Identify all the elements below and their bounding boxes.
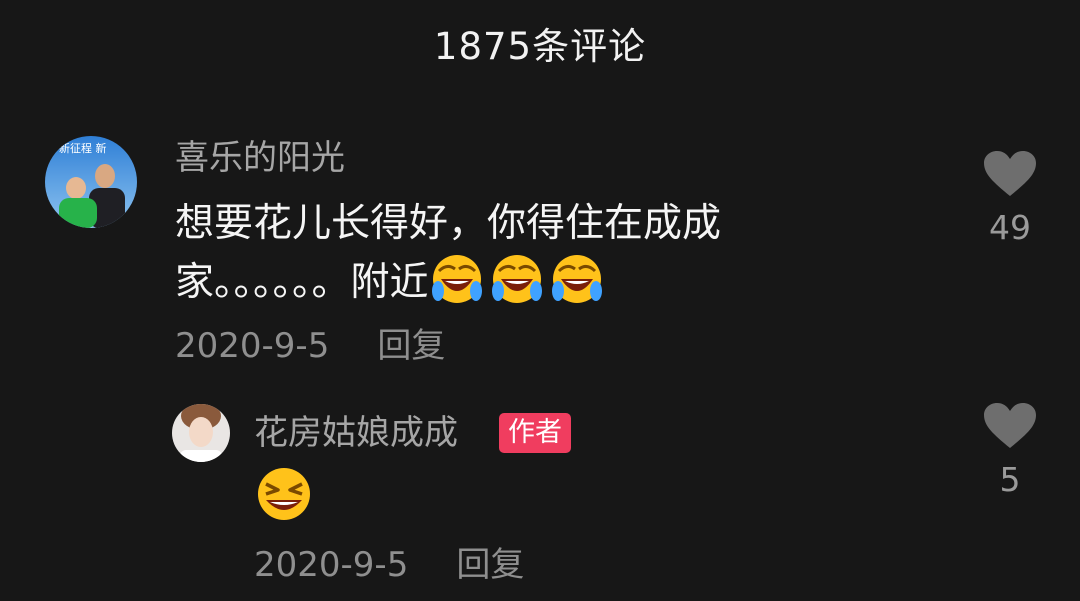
avatar[interactable]: 新征程 新	[45, 136, 137, 228]
laughing-crying-emoji	[491, 255, 542, 303]
comment-text-line-2: 家。。。。。。附近	[175, 253, 815, 312]
comment-count-title: 1875条评论	[433, 25, 647, 68]
author-badge: 作者	[499, 413, 571, 453]
reply-date: 2020-9-5	[254, 545, 409, 585]
comment-text: 想要花儿长得好，你得住在成成 家。。。。。。附近	[175, 194, 815, 312]
laughing-crying-emoji	[551, 255, 602, 303]
reply-like-count: 5	[999, 460, 1021, 499]
grinning-squint-emoji	[258, 468, 310, 520]
reply-button[interactable]: 回复	[377, 326, 445, 366]
like-count: 49	[989, 208, 1031, 247]
comment-meta: 2020-9-5 回复	[175, 324, 445, 368]
avatar-banner-text: 新征程 新	[59, 141, 107, 155]
laughing-crying-emoji	[431, 255, 482, 303]
heart-icon	[984, 403, 1036, 448]
heart-icon	[984, 151, 1036, 196]
like-button[interactable]: 49	[980, 150, 1040, 250]
comment-username[interactable]: 喜乐的阳光	[175, 136, 345, 180]
reply-username[interactable]: 花房姑娘成成	[254, 411, 458, 455]
comments-panel: 1875条评论 新征程 新 喜乐的阳光 想要花儿长得好，你得住在成成 家。。。。…	[0, 0, 1080, 601]
reply-like-button[interactable]: 5	[980, 402, 1040, 502]
comment-text-line: 想要花儿长得好，你得住在成成	[175, 201, 722, 246]
reply-meta: 2020-9-5 回复	[254, 543, 524, 587]
comment-date: 2020-9-5	[175, 326, 330, 366]
reply-avatar[interactable]	[172, 404, 230, 462]
comment-text-line-tail: 家。。。。。。附近	[175, 260, 429, 305]
reply-reply-button[interactable]: 回复	[456, 545, 524, 585]
